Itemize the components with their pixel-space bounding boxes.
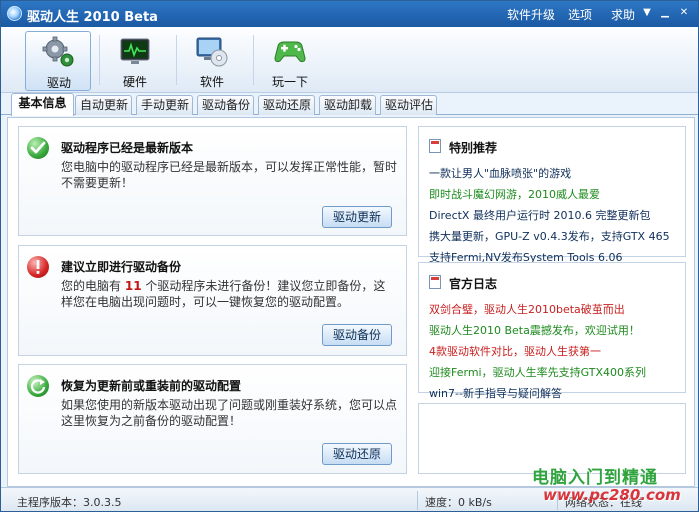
blog-list: 双剑合璧，驱动人生2010beta破茧而出 驱动人生2010 Beta震撼发布，… [429, 299, 646, 404]
card-description: 您电脑中的驱动程序已经是最新版本，可以发挥正常性能，暂时不需要更新！ [61, 160, 398, 190]
toolbar-divider [253, 35, 254, 85]
recommend-link[interactable]: DirectX 最终用户运行时 2010.6 完整更新包 [429, 205, 670, 226]
alert-icon [27, 256, 49, 278]
minimize-icon[interactable]: ▁ [659, 7, 671, 19]
card-restore-config: 恢复为更新前或重装前的驱动配置 如果您使用的新版本驱动出现了问题或刚重装好系统，… [18, 364, 407, 474]
download-speed: 速度：0 kB/s [425, 496, 492, 509]
card-title: 恢复为更新前或重装前的驱动配置 [61, 379, 242, 393]
blog-list-icon [429, 275, 441, 289]
card-title: 建议立即进行驱动备份 [61, 260, 182, 274]
gears-icon [42, 36, 74, 67]
basic-info-panel: 驱动程序已经是最新版本 您电脑中的驱动程序已经是最新版本，可以发挥正常性能，暂时… [7, 117, 695, 487]
blog-title: 官方日志 [449, 277, 498, 291]
blog-link[interactable]: 迎接Fermi，驱动人生率先支持GTX400系列 [429, 362, 646, 383]
driver-restore-button[interactable]: 驱动还原 [322, 443, 392, 465]
recommend-list: 一款让男人"血脉喷张"的游戏 即时战斗魔幻网游，2010威人最爱 DirectX… [429, 163, 670, 268]
toolbar-software-button[interactable]: 软件 [179, 31, 245, 91]
menu-software-upgrade[interactable]: 软件升级 [507, 6, 555, 23]
toolbar-play-button[interactable]: 玩一下 [257, 31, 323, 91]
driver-backup-button[interactable]: 驱动备份 [322, 324, 392, 346]
restore-icon [27, 375, 49, 397]
tab-bar: 基本信息 自动更新 手动更新 驱动备份 驱动还原 驱动卸载 驱动评估 [1, 93, 698, 116]
driver-update-button[interactable]: 驱动更新 [322, 206, 392, 228]
desc-prefix: 您的电脑有 [61, 279, 122, 293]
blog-link[interactable]: 双剑合璧，驱动人生2010beta破茧而出 [429, 299, 646, 320]
toolbar-hardware-button[interactable]: 硬件 [102, 31, 168, 91]
recommend-link[interactable]: 一款让男人"血脉喷张"的游戏 [429, 163, 670, 184]
gamepad-icon [274, 41, 306, 63]
window-title: 驱动人生 2010 Beta [27, 10, 158, 25]
toolbar-divider [99, 35, 100, 85]
recommend-list-icon [429, 139, 441, 153]
toolbar-driver-label: 驱动 [46, 76, 71, 90]
monitor-pulse-icon [120, 38, 150, 64]
tab-driver-restore[interactable]: 驱动还原 [258, 95, 315, 115]
status-divider [417, 491, 418, 510]
app-logo-icon [7, 6, 22, 21]
blog-link[interactable]: 4款驱动软件对比，驱动人生获第一 [429, 341, 646, 362]
tab-manual-update[interactable]: 手动更新 [136, 95, 193, 115]
title-bar[interactable]: 驱动人生 2010 Beta 软件升级 选项 求助 ▼ ▁ ✕ [1, 1, 698, 27]
special-recommend-panel: 特别推荐 一款让男人"血脉喷张"的游戏 即时战斗魔幻网游，2010威人最爱 Di… [418, 126, 686, 264]
tab-driver-uninstall[interactable]: 驱动卸载 [319, 95, 376, 115]
card-driver-up-to-date: 驱动程序已经是最新版本 您电脑中的驱动程序已经是最新版本，可以发挥正常性能，暂时… [18, 126, 407, 236]
toolbar-divider [176, 35, 177, 85]
tab-driver-evaluate[interactable]: 驱动评估 [380, 95, 437, 115]
toolbar-driver-button[interactable]: 驱动 [25, 31, 91, 91]
computer-disc-icon [196, 37, 228, 67]
program-version: 主程序版本：3.0.3.5 [17, 496, 122, 509]
tab-auto-update[interactable]: 自动更新 [75, 95, 132, 115]
blog-link[interactable]: 驱动人生2010 Beta震撼发布，欢迎试用！ [429, 320, 646, 341]
recommend-link[interactable]: 即时战斗魔幻网游，2010威人最爱 [429, 184, 670, 205]
app-window: 驱动人生 2010 Beta 软件升级 选项 求助 ▼ ▁ ✕ 驱动 硬件 软件… [0, 0, 699, 512]
menu-options[interactable]: 选项 [568, 6, 592, 23]
recommend-link[interactable]: 携大量更新，GPU-Z v0.4.3发布，支持GTX 465 [429, 226, 670, 247]
watermark-url: www.pc280.com [543, 486, 681, 504]
card-description: 如果您使用的新版本驱动出现了问题或刚重装好系统，您可以点这里恢复为之前备份的驱动… [61, 398, 398, 428]
blog-link[interactable]: win7--新手指导与疑问解答 [429, 383, 646, 404]
card-title: 驱动程序已经是最新版本 [61, 141, 194, 155]
menu-dropdown-icon[interactable]: ▼ [641, 7, 653, 19]
close-icon[interactable]: ✕ [678, 7, 690, 19]
check-icon [27, 137, 49, 159]
card-description: 您的电脑有 11 个驱动程序未进行备份！建议您立即备份，这样您在电脑出现问题时，… [61, 278, 397, 310]
toolbar-play-label: 玩一下 [271, 75, 308, 89]
toolbar-hardware-label: 硬件 [122, 75, 147, 89]
unbacked-driver-count: 11 [124, 279, 142, 293]
tab-driver-backup[interactable]: 驱动备份 [197, 95, 254, 115]
tab-basic-info[interactable]: 基本信息 [11, 93, 74, 116]
main-toolbar: 驱动 硬件 软件 玩一下 [1, 27, 698, 93]
recommend-title: 特别推荐 [449, 141, 498, 155]
toolbar-software-label: 软件 [199, 75, 224, 89]
watermark-text: 电脑入门到精通 [532, 468, 658, 488]
card-backup-suggestion: 建议立即进行驱动备份 您的电脑有 11 个驱动程序未进行备份！建议您立即备份，这… [18, 245, 407, 356]
menu-help[interactable]: 求助 [611, 6, 635, 23]
official-blog-panel: 官方日志 双剑合璧，驱动人生2010beta破茧而出 驱动人生2010 Beta… [418, 262, 686, 400]
